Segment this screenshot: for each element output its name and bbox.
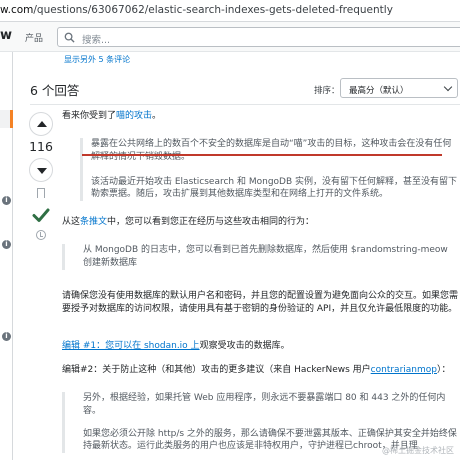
upvote-button[interactable]	[29, 112, 53, 136]
search-placeholder: 搜索...	[82, 35, 111, 46]
watermark: @稀土掘金技术社区	[382, 446, 454, 455]
sidebar-active-item[interactable]	[0, 110, 13, 128]
quote-paragraph: 暴露在公共网络上的数百个不安全的数据库是自动“喵”攻击的目标，这种攻击会在没有任…	[91, 139, 452, 162]
meow-attack-link[interactable]: 喵的攻击	[116, 111, 152, 121]
info-icon[interactable]: i	[2, 196, 11, 205]
arrow-down-icon	[37, 168, 47, 174]
history-icon[interactable]	[36, 230, 46, 240]
products-menu[interactable]: 产品	[25, 31, 43, 44]
search-input[interactable]: 搜索...	[57, 27, 460, 47]
browser-url-bar[interactable]: w.com/questions/63067062/elastic-search-…	[0, 0, 460, 22]
downvote-button[interactable]	[29, 158, 53, 182]
annotation-underline	[82, 154, 442, 156]
accepted-check-icon	[32, 208, 50, 222]
quote-paragraph: 另外，根据经验，如果托管 Web 应用程序，则永远不要暴露端口 80 和 443…	[83, 393, 446, 416]
vote-score: 116	[29, 139, 53, 154]
quote-block: 暴露在公共网络上的数百个不安全的数据库是自动“喵”攻击的目标，这种攻击会在没有任…	[80, 138, 458, 202]
tweet-paragraph: 从这条推文中，您可以看到您正在经历与这些攻击相同的行为：	[62, 217, 315, 227]
edit1-paragraph: 编辑 #1：您可以在 shodan.io 上观察受攻击的数据库。	[62, 341, 290, 351]
show-more-comments-link[interactable]: 显示另外 5 条评论	[64, 54, 130, 65]
chevron-down-icon	[443, 82, 453, 92]
edit2-paragraph: 编辑#2：关于防止这种（和其他）攻击的更多建议（来自 HackerNews 用户…	[62, 365, 451, 375]
search-icon	[64, 32, 75, 43]
logo-fragment[interactable]: w	[0, 28, 12, 43]
left-sidebar: i i i	[0, 52, 13, 460]
sort-value: 最高分（默认）	[349, 86, 409, 96]
info-icon[interactable]: i	[2, 332, 11, 341]
sort-dropdown[interactable]: 最高分（默认）	[340, 78, 458, 98]
quote-block: 另外，根据经验，如果托管 Web 应用程序，则永远不要暴露端口 80 和 443…	[62, 392, 458, 454]
shodan-link[interactable]: 编辑 #1：您可以在 shodan.io 上	[62, 341, 200, 351]
quote-paragraph: 从 MongoDB 的日志中，您可以看到已首先删除数据库，然后使用 $rando…	[83, 245, 448, 268]
tweet-link[interactable]: 条推文	[80, 217, 107, 227]
quote-paragraph: 该活动最近开始攻击 Elasticsearch 和 MongoDB 实例，没有留…	[91, 176, 458, 200]
answer-count: 6 个回答	[30, 83, 80, 98]
sort-label: 排序：	[314, 86, 340, 96]
url-text[interactable]: w.com/questions/63067062/elastic-search-…	[0, 4, 393, 16]
advice-paragraph: 请确保您没有使用数据库的默认用户名和密码，并且您的配置设置为避免面向公众的交互。…	[62, 291, 459, 314]
site-header: w 产品 搜索...	[0, 22, 460, 52]
answers-header: 6 个回答 排序： 最高分（默认）	[30, 78, 460, 100]
info-icon[interactable]: i	[2, 240, 11, 249]
divider	[30, 104, 460, 105]
arrow-up-icon	[37, 121, 47, 127]
intro-paragraph: 看来你受到了喵的攻击。	[62, 111, 162, 121]
quote-block: 从 MongoDB 的日志中，您可以看到已首先删除数据库，然后使用 $rando…	[62, 244, 458, 270]
user-link[interactable]: contrarianmop	[371, 365, 437, 375]
bookmark-icon[interactable]	[37, 188, 45, 198]
